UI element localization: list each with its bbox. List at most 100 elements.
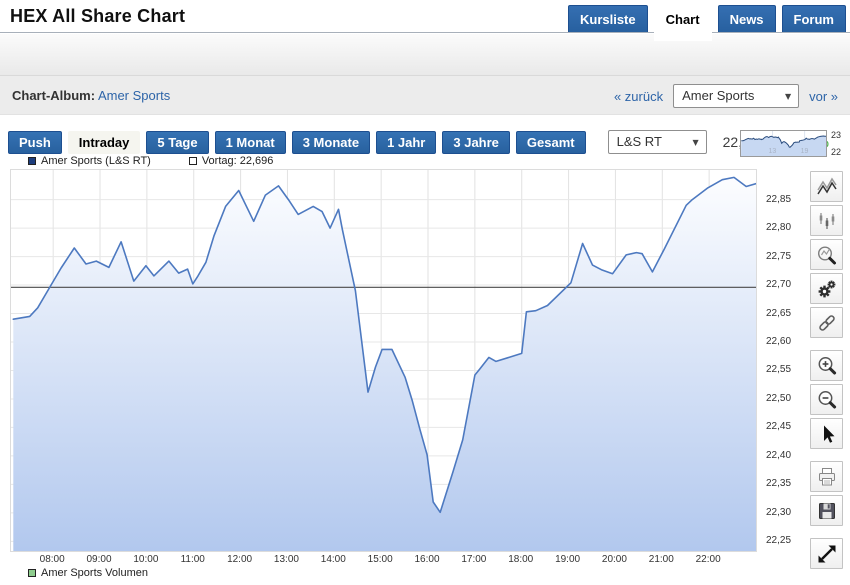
x-tick-label: 18:00 [503,554,539,565]
settings-icon-glyph [815,277,839,301]
zoom-in-icon-glyph [815,354,839,378]
x-tick-label: 10:00 [128,554,164,565]
link-icon[interactable] [810,307,843,338]
settings-icon[interactable] [810,273,843,304]
x-tick-label: 16:00 [409,554,445,565]
legend-item-vortag: Vortag: 22,696 [189,155,274,167]
x-tick-label: 19:00 [550,554,586,565]
range-button-1-monat[interactable]: 1 Monat [215,131,286,154]
y-tick-label: 22,30 [766,507,791,518]
y-tick-label: 22,85 [766,194,791,205]
chart-legend: Amer Sports (L&S RT) Vortag: 22,696 [28,155,311,167]
save-icon[interactable] [810,495,843,526]
volume-legend: Amer Sports Volumen [28,567,148,579]
mini-chart-canvas [741,131,826,156]
page-title: HEX All Share Chart [10,6,185,27]
previous-close-marker [189,157,197,165]
album-nav-group: « zurück Amer Sports vor » [614,84,838,108]
x-tick-label: 11:00 [175,554,211,565]
legend-item-series: Amer Sports (L&S RT) [28,155,151,167]
x-tick-label: 17:00 [456,554,492,565]
x-tick-label: 12:00 [222,554,258,565]
link-icon-glyph [815,311,839,335]
fullscreen-icon[interactable] [810,538,843,569]
source-select[interactable]: L&S RT [608,130,707,154]
x-tick-label: 15:00 [362,554,398,565]
range-button-gesamt[interactable]: Gesamt [516,131,586,154]
range-button-3-monate[interactable]: 3 Monate [292,131,370,154]
volume-marker [28,569,36,577]
candlestick-icon[interactable] [810,205,843,236]
previous-close-label: Vortag: 22,696 [202,155,274,167]
range-button-3-jahre[interactable]: 3 Jahre [442,131,510,154]
tab-chart[interactable]: Chart [654,5,712,41]
candlestick-icon-glyph [815,209,839,233]
zoom-in-icon[interactable] [810,350,843,381]
chart-zoom-icon-glyph [815,243,839,267]
y-tick-label: 22,55 [766,364,791,375]
mini-chart: 13 19 [740,130,827,157]
series-marker [28,157,36,165]
x-tick-label: 14:00 [315,554,351,565]
chart-album-link[interactable]: Amer Sports [98,88,170,103]
y-tick-label: 22,40 [766,450,791,461]
range-button-push[interactable]: Push [8,131,62,154]
album-select[interactable]: Amer Sports [673,84,799,108]
header-band [0,34,850,75]
x-axis: 08:0009:0010:0011:0012:0013:0014:0015:00… [10,554,757,567]
x-tick-label: 21:00 [643,554,679,565]
fullscreen-icon-glyph [815,542,839,566]
mini-chart-inner-label: 19 [801,148,809,155]
y-tick-label: 22,75 [766,251,791,262]
line-style-icon[interactable] [810,171,843,202]
controls-row: Push Intraday5 Tage 1 Monat 3 Monate 1 Jahr 3… [8,130,829,154]
mini-chart-inner-label: 13 [769,148,777,155]
zoom-out-icon[interactable] [810,384,843,415]
print-icon[interactable] [810,461,843,492]
y-tick-label: 22,80 [766,222,791,233]
chart-toolbar [810,171,844,572]
y-tick-label: 22,70 [766,279,791,290]
toolbar-gap [810,452,844,461]
chart-zoom-icon[interactable] [810,239,843,270]
mini-chart-ylabel-top: 23 [831,130,841,140]
cursor-icon-glyph [815,422,839,446]
line-style-icon-glyph [815,175,839,199]
back-link[interactable]: « zurück [614,89,663,104]
y-tick-label: 22,65 [766,308,791,319]
forward-link[interactable]: vor » [809,89,838,104]
x-tick-label: 22:00 [690,554,726,565]
album-select-value: Amer Sports [682,88,754,103]
chart-album-group: Chart-Album: Amer Sports [12,88,170,103]
toolbar-gap [810,529,844,538]
source-select-value: L&S RT [617,134,662,149]
y-tick-label: 22,50 [766,393,791,404]
cursor-icon[interactable] [810,418,843,449]
volume-legend-label: Amer Sports Volumen [41,567,148,579]
header-bar: HEX All Share Chart KurslisteChartNewsFo… [0,0,850,33]
y-tick-label: 22,45 [766,421,791,432]
chart-album-bar: Chart-Album: Amer Sports « zurück Amer S… [0,75,850,115]
y-axis: 22,85 22,80 22,75 22,70 22,65 22,60 22,55 22,50… [764,169,804,552]
chart-canvas [11,170,756,551]
tab-news[interactable]: News [718,5,776,32]
x-tick-label: 20:00 [596,554,632,565]
range-button-1-jahr[interactable]: 1 Jahr [376,131,436,154]
series-legend-label: Amer Sports (L&S RT) [41,155,151,167]
range-button-5-tage[interactable]: 5 Tage [146,131,208,154]
print-icon-glyph [815,465,839,489]
save-icon-glyph [815,499,839,523]
zoom-out-icon-glyph [815,388,839,412]
y-tick-label: 22,25 [766,535,791,546]
tab-forum[interactable]: Forum [782,5,846,32]
toolbar-gap [810,341,844,350]
mini-chart-ylabel-bottom: 22 [831,147,841,157]
y-tick-label: 22,35 [766,478,791,489]
range-button-intraday[interactable]: Intraday [68,131,141,154]
y-tick-label: 22,60 [766,336,791,347]
chart-album-label: Chart-Album: [12,88,95,103]
tab-kursliste[interactable]: Kursliste [568,5,648,32]
range-button-group: Push Intraday5 Tage 1 Monat 3 Monate 1 Jahr 3… [8,131,592,154]
chart-plot-area[interactable] [10,169,757,552]
x-tick-label: 09:00 [81,554,117,565]
